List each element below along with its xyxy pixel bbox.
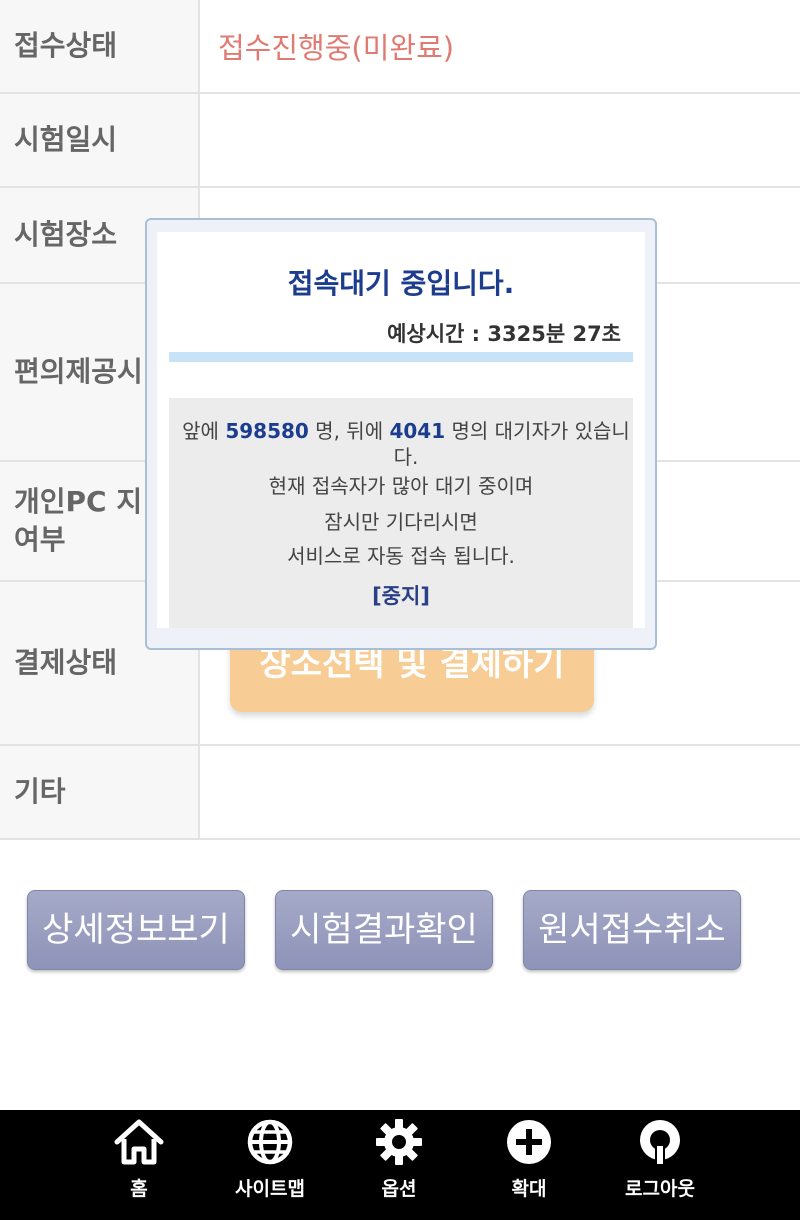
estimated-time: 예상시간 : 3325분 27초 [387,318,621,348]
row-etc: 기타 [0,746,800,840]
nav-label: 옵션 [381,1178,417,1200]
gear-icon [376,1119,422,1165]
plus-circle-icon [507,1120,551,1164]
row-label: 시험일시 [0,94,200,186]
row-label: 기타 [0,746,200,838]
home-icon [114,1119,164,1165]
status-value: 접수진행중(미완료) [218,31,455,65]
row-label: 접수상태 [0,0,200,92]
row-value [200,746,800,838]
nav-label: 사이트맵 [235,1178,305,1200]
estimated-time-label: 예상시간 : [387,322,488,346]
wait-message-1: 현재 접속자가 많아 대기 중이며 [268,474,534,498]
power-icon [640,1120,680,1164]
cancel-application-button[interactable]: 원서접수취소 [523,890,741,970]
queue-info-box: 앞에 598580 명, 뒤에 4041 명의 대기자가 있습니다. 현재 접속… [169,398,633,628]
modal-title: 접속대기 중입니다. [287,267,515,300]
nav-label: 홈 [130,1178,148,1200]
nav-options[interactable]: 옵션 [339,1118,459,1218]
check-exam-result-button[interactable]: 시험결과확인 [275,890,493,970]
queue-text: 앞에 [182,419,226,443]
nav-sitemap[interactable]: 사이트맵 [210,1118,330,1218]
globe-icon [247,1119,293,1165]
row-exam-date: 시험일시 [0,94,800,188]
waiting-modal: 접속대기 중입니다. 예상시간 : 3325분 27초 앞에 598580 명,… [145,218,657,650]
queue-progress-bar [169,352,633,362]
queue-count-line: 앞에 598580 명, 뒤에 4041 명의 대기자가 있습니다. [179,418,633,470]
queue-back-count: 4041 [389,419,446,443]
view-details-button[interactable]: 상세정보보기 [27,890,245,970]
stop-waiting-link[interactable]: [중지] [169,580,633,610]
waiting-modal-body: 접속대기 중입니다. 예상시간 : 3325분 27초 앞에 598580 명,… [157,232,645,628]
estimated-time-value: 3325분 27초 [487,322,621,346]
nav-home[interactable]: 홈 [79,1118,199,1218]
wait-message-2: 잠시만 기다리시면 [324,510,478,534]
row-status: 접수상태 접수진행중(미완료) [0,0,800,94]
nav-logout[interactable]: 로그아웃 [600,1118,720,1218]
nav-zoom[interactable]: 확대 [469,1118,589,1218]
queue-text: 명, 뒤에 [308,419,390,443]
wait-message-3: 서비스로 자동 접속 됩니다. [287,544,515,568]
row-value [200,94,800,186]
nav-label: 확대 [511,1178,547,1200]
queue-front-count: 598580 [225,419,309,443]
nav-label: 로그아웃 [625,1178,695,1200]
bottom-nav: 홈 사이트맵 옵션 확대 로그아웃 [0,1110,800,1220]
